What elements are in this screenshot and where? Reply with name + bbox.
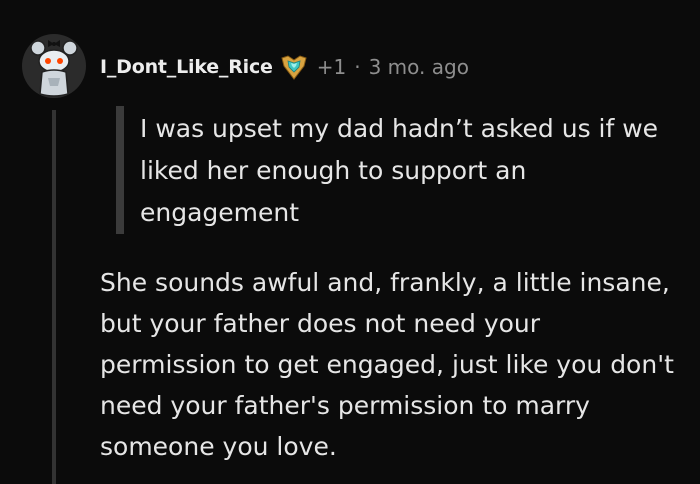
comment: I_Dont_Like_Rice +1 · 3 mo. ago I was up… [0, 0, 700, 484]
score: +1 [316, 55, 347, 79]
thread-line[interactable] [52, 110, 56, 484]
snoo-avatar-icon [22, 34, 86, 98]
username[interactable]: I_Dont_Like_Rice [100, 56, 273, 78]
separator-dot: · [354, 55, 361, 79]
quote-bar [116, 106, 124, 234]
comment-header: I_Dont_Like_Rice +1 · 3 mo. ago [100, 50, 469, 84]
blockquote: I was upset my dad hadn’t asked us if we… [140, 114, 659, 227]
comment-body: She sounds awful and, frankly, a little … [100, 268, 674, 461]
achievement-badge-icon[interactable] [279, 52, 309, 82]
timestamp: 3 mo. ago [368, 55, 469, 79]
avatar[interactable] [22, 34, 86, 98]
